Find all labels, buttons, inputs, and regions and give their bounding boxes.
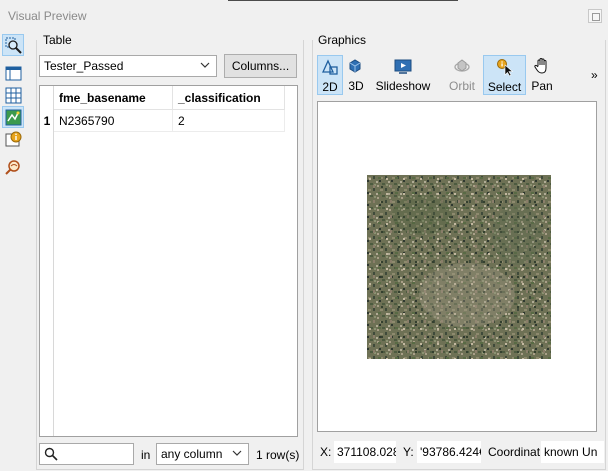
select-label: Select xyxy=(487,80,522,94)
slideshow-icon xyxy=(394,59,412,74)
search-scope-value: any column xyxy=(161,447,223,461)
search-icon xyxy=(44,447,58,461)
table-view-tool[interactable] xyxy=(2,84,24,106)
view-2d-button[interactable]: 2D xyxy=(317,55,343,95)
restore-window-button[interactable] xyxy=(588,9,602,23)
view-2d-icon xyxy=(321,59,338,75)
coordinate-system-value: known Un xyxy=(541,441,604,463)
view-toolstrip xyxy=(0,32,28,471)
table-cell[interactable]: N2365790 xyxy=(54,110,173,132)
feature-info-tool[interactable] xyxy=(2,128,24,150)
x-coordinate-label: X: xyxy=(320,445,332,459)
inspect-search-icon xyxy=(4,159,20,175)
row-count: 1 row(s) xyxy=(256,448,300,462)
dataset-select-value: Tester_Passed xyxy=(44,59,124,73)
view-2d-label: 2D xyxy=(322,80,338,94)
graphics-view-tool[interactable] xyxy=(2,106,24,128)
view-3d-button[interactable]: 3D xyxy=(345,55,367,95)
pan-button[interactable]: Pan xyxy=(530,55,554,95)
inspect-search-tool[interactable] xyxy=(2,156,24,178)
pan-hand-icon xyxy=(534,57,547,74)
view-3d-icon xyxy=(349,59,361,73)
data-table: fme_basename _classification 1 N2365790 … xyxy=(39,85,298,437)
orbit-icon xyxy=(454,59,470,72)
select-pointer-icon xyxy=(496,59,513,76)
dataset-select[interactable]: Tester_Passed xyxy=(39,55,217,77)
zoom-selection-tool[interactable] xyxy=(2,34,24,56)
select-button[interactable]: Select xyxy=(483,55,526,95)
window-layout-icon xyxy=(5,66,21,80)
feature-info-icon xyxy=(5,131,21,146)
title-bar: Visual Preview xyxy=(0,0,608,32)
slideshow-label: Slideshow xyxy=(375,79,431,93)
chevron-down-icon xyxy=(232,450,242,456)
search-scope-select[interactable]: any column xyxy=(156,443,249,465)
zoom-selection-icon xyxy=(5,37,22,54)
table-cell[interactable]: 2 xyxy=(173,110,285,132)
x-coordinate-value: 371108.028 xyxy=(334,441,396,463)
window-title: Visual Preview xyxy=(8,9,87,23)
view-3d-label: 3D xyxy=(348,79,364,93)
search-in-label: in xyxy=(141,448,151,462)
y-coordinate-value: '93786.424€ xyxy=(417,441,481,463)
column-header-classification[interactable]: _classification xyxy=(173,86,285,110)
column-header-fme-basename[interactable]: fme_basename xyxy=(54,86,173,110)
orbit-label: Orbit xyxy=(448,79,475,93)
graphics-canvas[interactable] xyxy=(317,101,597,432)
window-top-edge xyxy=(228,0,458,1)
table-view-icon xyxy=(5,87,21,103)
pan-label: Pan xyxy=(531,79,553,93)
row-number[interactable]: 1 xyxy=(40,110,54,132)
graphics-view-icon xyxy=(5,109,21,125)
coordinate-system-label: Coordinat xyxy=(488,445,541,459)
window-layout-tool[interactable] xyxy=(2,62,24,84)
toolbar-overflow-button[interactable]: » xyxy=(591,68,598,82)
columns-button[interactable]: Columns... xyxy=(224,54,297,78)
chevron-down-icon xyxy=(200,62,210,68)
search-input[interactable] xyxy=(39,443,134,465)
orbit-button[interactable]: Orbit xyxy=(446,55,478,95)
row-number-gutter xyxy=(40,86,54,436)
raster-preview-image xyxy=(367,175,551,359)
slideshow-button[interactable]: Slideshow xyxy=(374,55,432,95)
y-coordinate-label: Y: xyxy=(403,445,414,459)
